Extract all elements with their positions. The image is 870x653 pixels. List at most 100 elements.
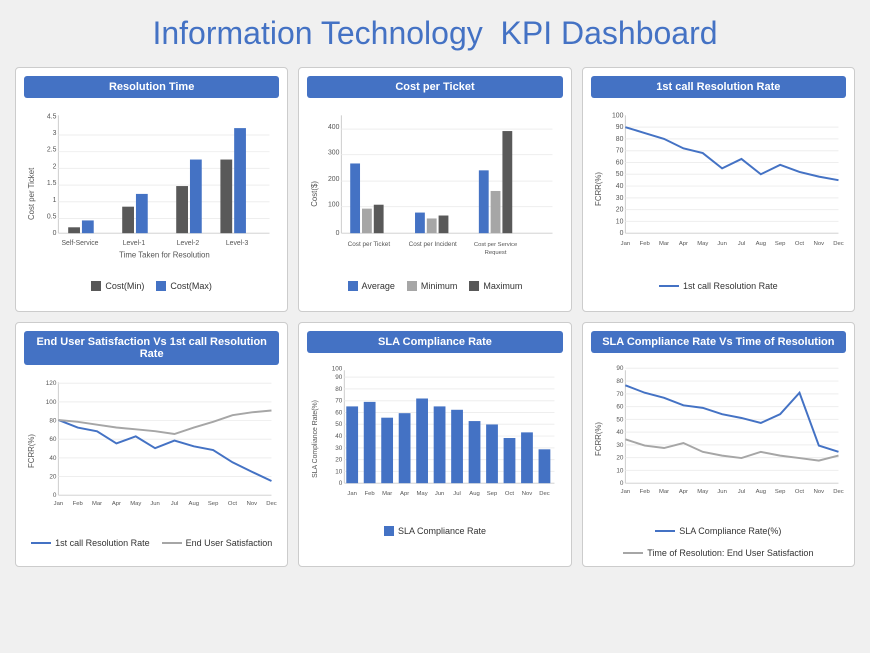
page-title-accent: KPI Dashboard xyxy=(501,15,718,51)
svg-text:0: 0 xyxy=(53,230,57,237)
eu-satisfaction-card: End User Satisfaction Vs 1st call Resolu… xyxy=(15,322,288,567)
svg-text:40: 40 xyxy=(616,429,624,436)
sla-compliance-chart: SLA Compliance Rate(%) 0 10 20 30 40 50 … xyxy=(307,359,562,558)
legend-fcrr: 1st call Resolution Rate xyxy=(659,281,778,291)
svg-text:Feb: Feb xyxy=(639,489,650,495)
svg-text:Sep: Sep xyxy=(775,489,786,495)
svg-text:Oct: Oct xyxy=(795,241,805,247)
legend-max: Maximum xyxy=(469,281,522,291)
svg-text:40: 40 xyxy=(49,455,57,462)
resolution-time-card: Resolution Time Cost per Ticket 0 0.5 1 … xyxy=(15,67,288,312)
svg-text:70: 70 xyxy=(336,398,344,405)
svg-text:Sep: Sep xyxy=(775,241,786,247)
svg-text:Jan: Jan xyxy=(54,501,63,507)
svg-text:Dec: Dec xyxy=(266,501,277,507)
svg-text:Mar: Mar xyxy=(92,501,102,507)
legend-sla2: SLA Compliance Rate(%) xyxy=(655,526,781,536)
svg-text:Mar: Mar xyxy=(659,241,669,247)
sla-vs-time-chart: FCRR(%) 0 10 20 30 40 50 60 70 80 90 xyxy=(591,359,846,558)
svg-text:Apr: Apr xyxy=(678,241,687,247)
svg-text:80: 80 xyxy=(49,418,57,425)
svg-text:80: 80 xyxy=(615,136,623,143)
svg-text:May: May xyxy=(697,489,708,495)
page-title: Information Technology KPI Dashboard xyxy=(152,15,717,52)
svg-text:Apr: Apr xyxy=(112,501,121,507)
legend-min: Minimum xyxy=(407,281,458,291)
svg-text:Nov: Nov xyxy=(247,501,258,507)
svg-text:Cost per Ticket: Cost per Ticket xyxy=(27,167,36,220)
page-title-main: Information Technology xyxy=(152,15,482,51)
svg-text:Jan: Jan xyxy=(620,241,629,247)
svg-text:100: 100 xyxy=(612,112,624,119)
fcrr-header: 1st call Resolution Rate xyxy=(591,76,846,98)
svg-text:400: 400 xyxy=(328,124,340,131)
svg-text:60: 60 xyxy=(336,409,344,416)
svg-text:Nov: Nov xyxy=(813,489,824,495)
svg-text:Sep: Sep xyxy=(487,491,498,497)
svg-text:Aug: Aug xyxy=(189,501,199,507)
svg-text:2: 2 xyxy=(53,163,57,170)
legend-sla: SLA Compliance Rate xyxy=(384,526,486,536)
svg-text:SLA Compliance Rate(%): SLA Compliance Rate(%) xyxy=(312,400,319,478)
fcrr-card: 1st call Resolution Rate FCRR(%) 0 10 20… xyxy=(582,67,855,312)
eu-satisfaction-chart: FCRR(%) 0 20 40 60 80 100 120 xyxy=(24,371,279,558)
svg-text:Mar: Mar xyxy=(659,489,669,495)
svg-text:Level-3: Level-3 xyxy=(226,240,249,247)
svg-text:30: 30 xyxy=(336,445,344,452)
svg-text:100: 100 xyxy=(328,202,340,209)
svg-text:200: 200 xyxy=(328,176,340,183)
svg-text:50: 50 xyxy=(615,171,623,178)
svg-text:4.5: 4.5 xyxy=(47,113,57,120)
svg-text:Jan: Jan xyxy=(620,489,629,495)
svg-text:Apr: Apr xyxy=(400,491,409,497)
svg-text:Nov: Nov xyxy=(813,241,824,247)
sla-compliance-header: SLA Compliance Rate xyxy=(307,331,562,353)
svg-text:Jun: Jun xyxy=(435,491,444,497)
svg-text:FCRR(%): FCRR(%) xyxy=(27,434,36,468)
svg-text:Oct: Oct xyxy=(505,491,515,497)
svg-text:20: 20 xyxy=(336,457,344,464)
svg-text:Sep: Sep xyxy=(208,501,219,507)
legend-avg: Average xyxy=(348,281,395,291)
svg-text:Jun: Jun xyxy=(150,501,159,507)
eu-satisfaction-header: End User Satisfaction Vs 1st call Resolu… xyxy=(24,331,279,365)
svg-text:FCRR(%): FCRR(%) xyxy=(593,172,602,206)
svg-text:Dec: Dec xyxy=(833,241,844,247)
svg-text:Jul: Jul xyxy=(737,241,745,247)
legend-fcrr2: 1st call Resolution Rate xyxy=(31,538,150,548)
svg-text:Cost per Service: Cost per Service xyxy=(474,242,517,248)
fcrr-chart: FCRR(%) 0 10 20 30 40 50 60 70 80 90 100 xyxy=(591,104,846,303)
svg-text:20: 20 xyxy=(615,207,623,214)
svg-text:0: 0 xyxy=(620,480,624,487)
svg-text:100: 100 xyxy=(46,399,57,406)
cost-per-ticket-chart: Cost($) 0 100 200 300 400 xyxy=(307,104,562,303)
svg-text:Jun: Jun xyxy=(717,489,726,495)
svg-text:90: 90 xyxy=(616,365,624,372)
svg-text:Cost per Incident: Cost per Incident xyxy=(409,241,457,248)
svg-text:30: 30 xyxy=(615,195,623,202)
svg-text:May: May xyxy=(697,241,708,247)
svg-text:70: 70 xyxy=(616,391,624,398)
svg-text:0: 0 xyxy=(336,230,340,237)
legend-eu: End User Satisfaction xyxy=(162,538,273,548)
svg-text:0: 0 xyxy=(53,492,57,499)
svg-text:Level-1: Level-1 xyxy=(123,240,146,247)
svg-text:2.5: 2.5 xyxy=(47,147,57,154)
svg-text:Jul: Jul xyxy=(737,489,745,495)
svg-text:Dec: Dec xyxy=(540,491,551,497)
svg-text:Aug: Aug xyxy=(470,491,480,497)
svg-text:90: 90 xyxy=(615,124,623,131)
svg-text:3: 3 xyxy=(53,130,57,137)
svg-text:10: 10 xyxy=(336,468,344,475)
svg-text:80: 80 xyxy=(336,386,344,393)
svg-text:0.5: 0.5 xyxy=(47,213,57,220)
svg-text:40: 40 xyxy=(615,183,623,190)
svg-text:Aug: Aug xyxy=(755,489,765,495)
svg-text:70: 70 xyxy=(615,148,623,155)
svg-text:Jul: Jul xyxy=(171,501,179,507)
svg-text:20: 20 xyxy=(616,455,624,462)
cost-per-ticket-card: Cost per Ticket Cost($) 0 100 200 300 40… xyxy=(298,67,571,312)
svg-text:90: 90 xyxy=(336,374,344,381)
svg-text:1: 1 xyxy=(53,197,57,204)
svg-text:May: May xyxy=(417,491,428,497)
